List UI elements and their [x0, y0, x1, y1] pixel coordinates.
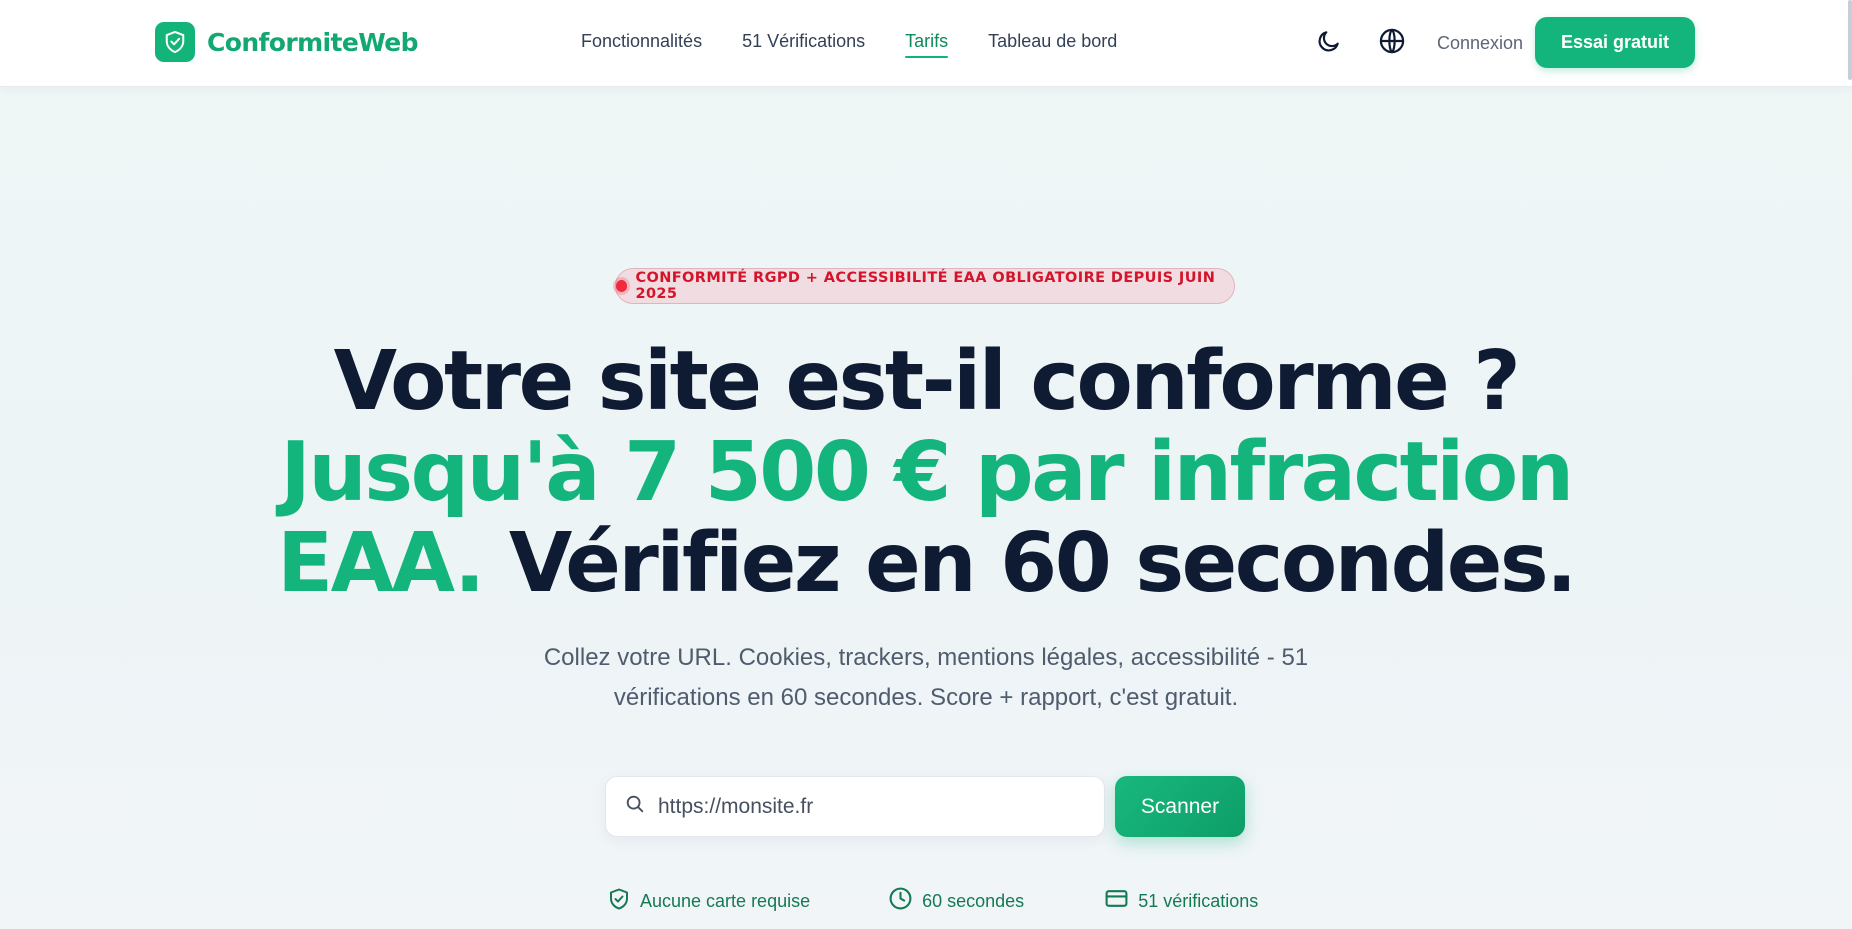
scan-button[interactable]: Scanner [1115, 776, 1245, 837]
headline-line-3-highlight: EAA. [277, 516, 485, 611]
scrollbar-thumb[interactable] [1848, 0, 1852, 80]
headline-line-3: Vérifiez en 60 secondes. [482, 516, 1578, 611]
free-trial-button[interactable]: Essai gratuit [1535, 17, 1695, 68]
clock-icon [888, 886, 913, 916]
moon-icon [1316, 28, 1342, 59]
hero-subtitle: Collez votre URL. Cookies, trackers, men… [526, 638, 1326, 718]
theme-toggle-button[interactable] [1312, 26, 1346, 60]
compliance-badge: CONFORMITÉ RGPD + ACCESSIBILITÉ EAA OBLI… [615, 268, 1235, 304]
url-search-box [605, 776, 1105, 837]
hero-headline: Votre site est-il conforme ? Jusqu'à 7 5… [0, 336, 1852, 609]
headline-line-1: Votre site est-il conforme ? [333, 334, 1521, 429]
logo[interactable]: ConformiteWeb [155, 22, 419, 62]
feature-label: 60 secondes [922, 890, 1025, 911]
credit-card-icon [1104, 886, 1129, 916]
headline-line-2: Jusqu'à 7 500 € par infraction [280, 425, 1574, 520]
nav-item-tableau-de-bord[interactable]: Tableau de bord [988, 31, 1117, 58]
globe-icon [1378, 27, 1406, 60]
feature-checks: 51 vérifications [1104, 886, 1258, 916]
logo-text: ConformiteWeb [207, 27, 419, 57]
badge-text: CONFORMITÉ RGPD + ACCESSIBILITÉ EAA OBLI… [635, 270, 1216, 302]
feature-label: 51 vérifications [1138, 890, 1259, 911]
nav-item-verifications[interactable]: 51 Vérifications [742, 31, 865, 58]
feature-no-card: Aucune carte requise [607, 887, 810, 916]
shield-check-icon [155, 22, 195, 62]
main-nav: Fonctionnalités 51 Vérifications Tarifs … [581, 31, 1117, 58]
subtitle-line-1: Collez votre URL. Cookies, trackers, men… [543, 644, 1309, 671]
feature-label: Aucune carte requise [640, 890, 811, 911]
feature-duration: 60 secondes [888, 886, 1024, 916]
login-link[interactable]: Connexion [1437, 33, 1523, 54]
url-input[interactable] [658, 794, 1058, 819]
nav-item-tarifs[interactable]: Tarifs [905, 31, 949, 58]
alert-dot-icon [616, 280, 628, 292]
top-navbar: ConformiteWeb Fonctionnalités 51 Vérific… [0, 0, 1852, 87]
subtitle-line-2: vérifications en 60 secondes. Score + ra… [613, 684, 1239, 711]
nav-item-fonctionnalites[interactable]: Fonctionnalités [581, 31, 702, 58]
feature-list: Aucune carte requise 60 secondes 51 véri… [607, 886, 1258, 916]
search-icon [624, 793, 646, 820]
language-button[interactable] [1375, 26, 1409, 60]
shield-check-icon [607, 887, 631, 916]
